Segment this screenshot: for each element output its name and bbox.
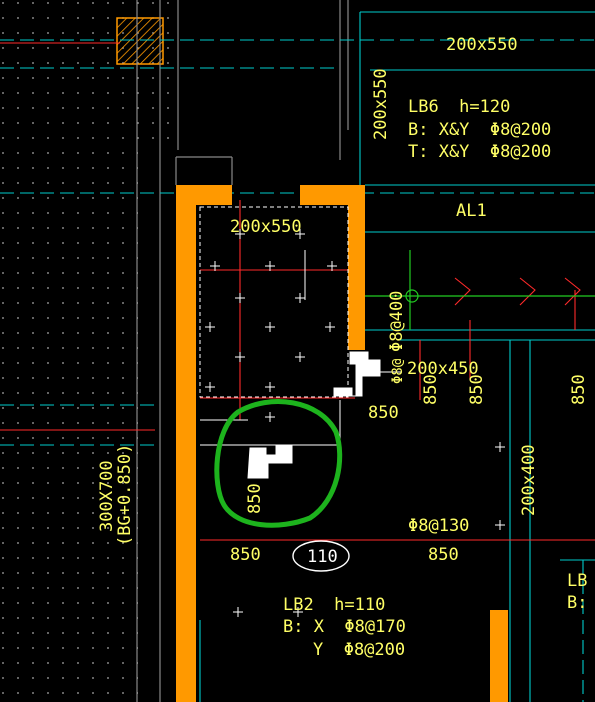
inner-beam-label: 200x550 xyxy=(230,217,302,237)
slab-lb2-name: LB2 h=110 xyxy=(283,595,385,615)
slab-lb-right-bottom: B: xyxy=(567,593,587,613)
slab-lb6-top: T: X&Y Φ8@200 xyxy=(408,142,551,162)
beam-al1-label: AL1 xyxy=(456,201,487,221)
small-vertical-label: Φ8@ xyxy=(390,358,406,384)
dim-850-circled: 850 xyxy=(245,483,265,514)
room-number: 110 xyxy=(307,547,338,567)
slab-lb6-bottom: B: X&Y Φ8@200 xyxy=(408,120,551,140)
slab-lb2-x: B: X Φ8@170 xyxy=(283,617,406,637)
beam-top-label: 200x550 xyxy=(446,35,518,55)
dotted-region-left xyxy=(0,0,138,702)
dim-850-vertical-a: 850 xyxy=(421,374,441,405)
cad-drawing-canvas: 200x550 200x550 LB6 h=120 B: X&Y Φ8@200 … xyxy=(0,0,595,702)
beam-top-vertical-label: 200x550 xyxy=(371,68,391,140)
beam-200x400-label: 200x400 xyxy=(519,444,539,516)
beam-300x700-label: 300X700 xyxy=(97,460,117,532)
dim-850-vertical-c: 850 xyxy=(569,374,589,405)
rebar-vertical-label: Φ8@400 xyxy=(387,291,407,352)
slab-lb2-y: Y Φ8@200 xyxy=(313,640,405,660)
dim-850-bottom-left: 850 xyxy=(230,545,261,565)
beam-300x700-elevation: (BG+0.850) xyxy=(115,444,135,546)
rebar-phi8-130: Φ8@130 xyxy=(408,516,469,536)
dim-850-right-of-opening: 850 xyxy=(368,403,399,423)
slab-lb6-name: LB6 h=120 xyxy=(408,97,510,117)
hatched-column xyxy=(116,17,164,65)
dim-850-bottom-mid: 850 xyxy=(428,545,459,565)
slab-lb-right-top: LB xyxy=(567,571,587,591)
dim-850-vertical-b: 850 xyxy=(467,374,487,405)
